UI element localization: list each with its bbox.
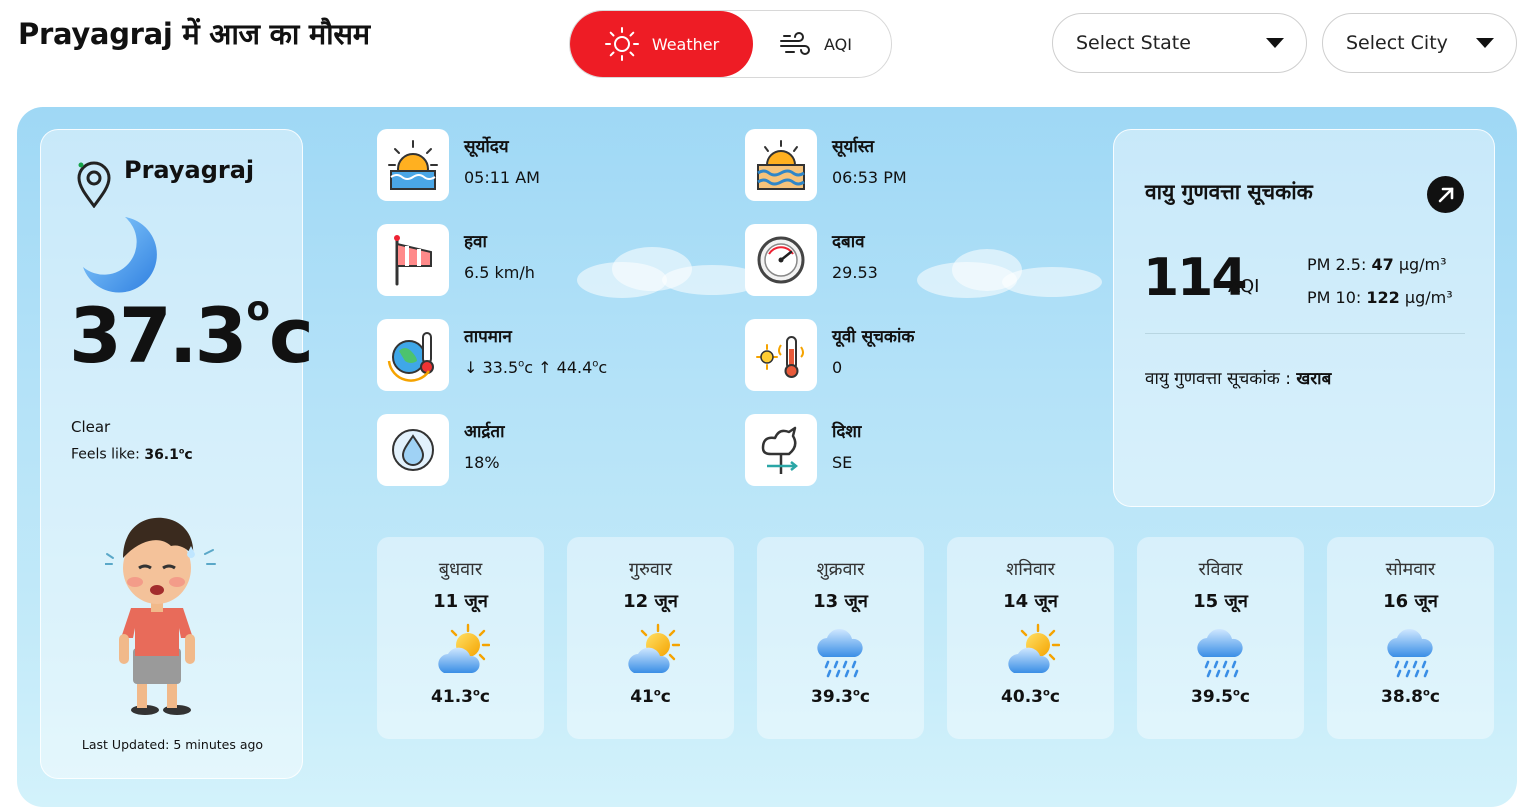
- temperature-range: ↓ 33.5oc ↑ 44.4oc: [464, 358, 608, 377]
- rain-cloud-icon: [1382, 623, 1440, 681]
- forecast-temp: 38.8oc: [1381, 687, 1440, 707]
- weather-aqi-toggle: Weather AQI: [569, 10, 892, 78]
- forecast-day: रविवार 15 जून 39.5oc: [1137, 537, 1304, 739]
- sunrise-icon: [377, 129, 449, 201]
- caret-down-icon: [1266, 38, 1284, 48]
- weather-tab-label: Weather: [651, 34, 720, 54]
- weather-panel: Prayagraj 37.3oc Clear Feels like: 36.1o…: [17, 107, 1517, 807]
- wind-value: 6.5 km/h: [464, 263, 535, 282]
- pressure-value: 29.53: [832, 263, 878, 282]
- humidity-value: 18%: [464, 453, 500, 472]
- rain-cloud-icon: [812, 623, 870, 681]
- forecast-date: 16 जून: [1383, 591, 1438, 612]
- aqi-unit: AQI: [1228, 276, 1260, 297]
- rain-cloud-icon: [1192, 623, 1250, 681]
- forecast-weekday: गुरुवार: [629, 559, 672, 580]
- forecast-date: 11 जून: [433, 591, 488, 612]
- forecast-weekday: शुक्रवार: [816, 559, 865, 580]
- metric-humidity: आर्द्रता 18%: [377, 414, 707, 489]
- weather-condition: Clear: [71, 418, 111, 436]
- humidity-drop-icon: [377, 414, 449, 486]
- caret-down-icon: [1476, 38, 1494, 48]
- divider: [1145, 333, 1465, 334]
- forecast-day: शुक्रवार 13 जून 39.3oc: [757, 537, 924, 739]
- sun-icon: [604, 27, 639, 61]
- direction-label: दिशा: [832, 422, 862, 442]
- location-name: Prayagraj: [124, 156, 255, 184]
- metric-sunrise: सूर्योदय 05:11 AM: [377, 129, 707, 204]
- sunset-icon: [745, 129, 817, 201]
- humidity-label: आर्द्रता: [464, 422, 505, 442]
- forecast-date: 15 जून: [1193, 591, 1248, 612]
- aqi-status: वायु गुणवत्ता सूचकांक : खराब: [1145, 369, 1332, 389]
- forecast-temp: 41.3oc: [431, 687, 490, 707]
- moon-icon: [83, 217, 157, 293]
- aqi-card: वायु गुणवत्ता सूचकांक 114 AQI PM 2.5: 47…: [1113, 129, 1495, 507]
- partly-sunny-icon: [622, 623, 680, 681]
- sunrise-label: सूर्योदय: [464, 137, 509, 157]
- uv-index-icon: [745, 319, 817, 391]
- forecast-weekday: रविवार: [1198, 559, 1243, 580]
- metric-direction: दिशा SE: [745, 414, 1075, 489]
- weathervane-icon: [745, 414, 817, 486]
- forecast-weekday: बुधवार: [438, 559, 483, 580]
- wind-icon: [780, 32, 810, 55]
- metric-sunset: सूर्यास्त 06:53 PM: [745, 129, 1075, 204]
- feels-like: Feels like: 36.1oc: [71, 446, 193, 463]
- select-state-label: Select State: [1076, 32, 1191, 54]
- forecast-temp: 39.3oc: [811, 687, 870, 707]
- pm10-reading: PM 10: 122 µg/m³: [1307, 288, 1453, 307]
- sunset-value: 06:53 PM: [832, 168, 907, 187]
- metric-wind: हवा 6.5 km/h: [377, 224, 707, 299]
- select-city-label: Select City: [1346, 32, 1448, 54]
- metric-uv: यूवी सूचकांक 0: [745, 319, 1075, 394]
- direction-value: SE: [832, 453, 853, 472]
- arrow-up-right-icon[interactable]: [1427, 176, 1464, 213]
- uv-value: 0: [832, 358, 843, 377]
- metric-pressure: दबाव 29.53: [745, 224, 1075, 299]
- location-card: Prayagraj 37.3oc Clear Feels like: 36.1o…: [40, 129, 314, 779]
- forecast-date: 12 जून: [623, 591, 678, 612]
- forecast-weekday: शनिवार: [1006, 559, 1055, 580]
- last-updated: Last Updated: 5 minutes ago: [81, 737, 264, 752]
- partly-sunny-icon: [1002, 623, 1060, 681]
- forecast-temp: 39.5oc: [1191, 687, 1250, 707]
- current-temperature: 37.3oc: [69, 289, 314, 380]
- aqi-tab[interactable]: AQI: [778, 11, 888, 77]
- forecast-day: बुधवार 11 जून 41.3oc: [377, 537, 544, 739]
- select-state-dropdown[interactable]: Select State: [1052, 13, 1307, 73]
- forecast-day: गुरुवार 12 जून 41oc: [567, 537, 734, 739]
- sunset-label: सूर्यास्त: [832, 137, 875, 157]
- forecast-day: शनिवार 14 जून 40.3oc: [947, 537, 1114, 739]
- wind-label: हवा: [464, 232, 487, 252]
- sunrise-value: 05:11 AM: [464, 168, 540, 187]
- global-warming-icon: [377, 319, 449, 391]
- forecast-date: 13 जून: [813, 591, 868, 612]
- pressure-label: दबाव: [832, 232, 865, 252]
- select-city-dropdown[interactable]: Select City: [1322, 13, 1517, 73]
- forecast-temp: 40.3oc: [1001, 687, 1060, 707]
- page-title: Prayagraj में आज का मौसम: [18, 17, 370, 51]
- pm25-reading: PM 2.5: 47 µg/m³: [1307, 255, 1447, 274]
- forecast-date: 14 जून: [1003, 591, 1058, 612]
- windsock-icon: [377, 224, 449, 296]
- aqi-title: वायु गुणवत्ता सूचकांक: [1145, 180, 1313, 204]
- weather-tab[interactable]: Weather: [570, 11, 753, 77]
- forecast-weekday: सोमवार: [1385, 559, 1436, 580]
- metric-temperature: तापमान ↓ 33.5oc ↑ 44.4oc: [377, 319, 707, 394]
- forecast-day: सोमवार 16 जून 38.8oc: [1327, 537, 1494, 739]
- partly-sunny-icon: [432, 623, 490, 681]
- temperature-label: तापमान: [464, 327, 512, 347]
- location-pin-icon: [77, 161, 111, 208]
- aqi-tab-label: AQI: [824, 34, 852, 54]
- uv-label: यूवी सूचकांक: [832, 327, 915, 347]
- barometer-icon: [745, 224, 817, 296]
- forecast-temp: 41oc: [630, 687, 671, 707]
- sweating-boy-illustration: [105, 517, 216, 715]
